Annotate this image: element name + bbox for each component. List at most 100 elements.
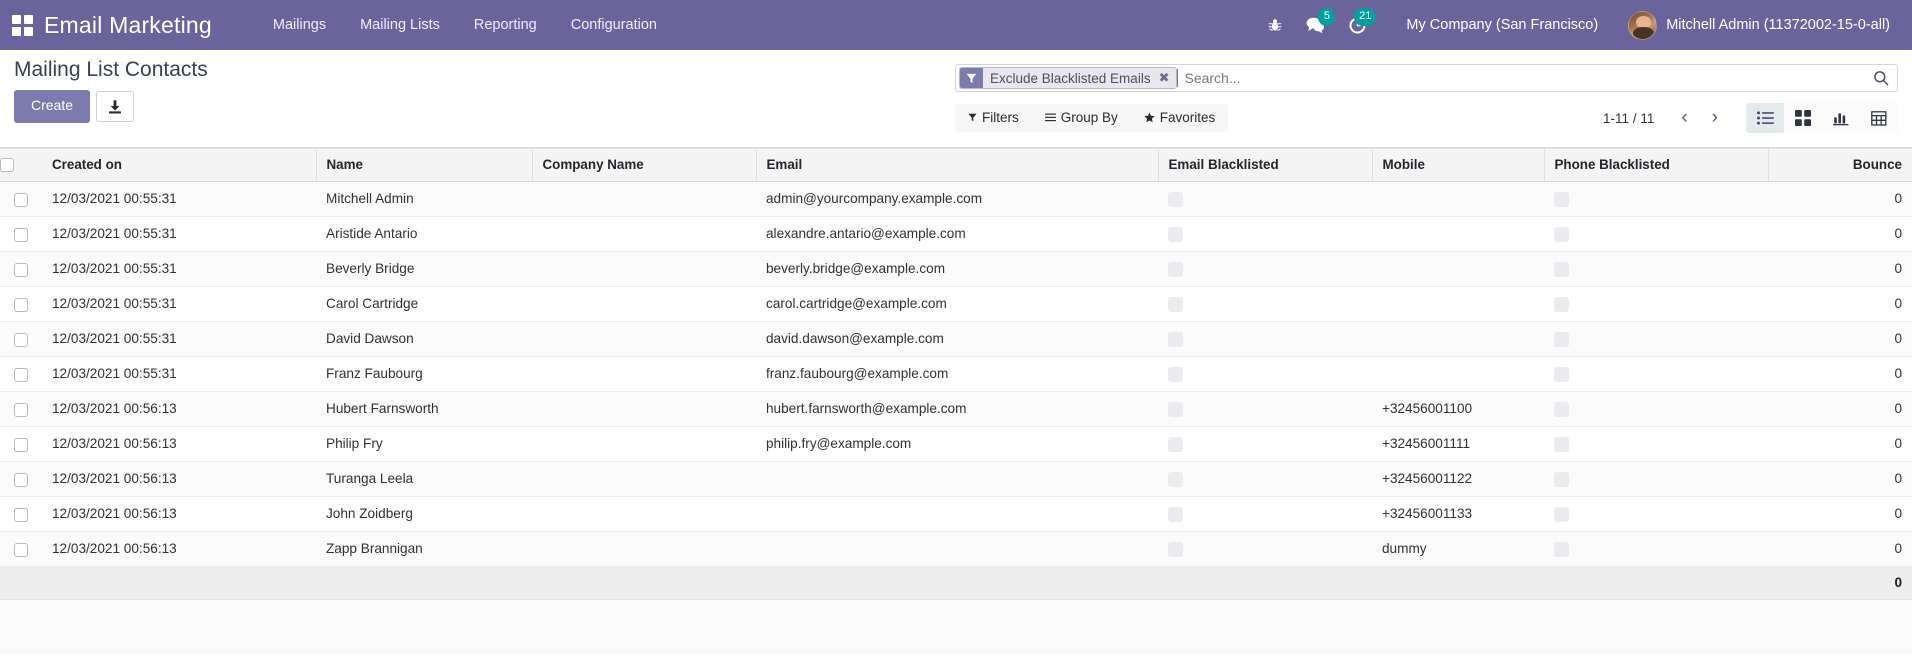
view-kanban-button[interactable] [1784,103,1822,133]
group-by-dropdown-label: Group By [1060,110,1118,125]
footer-cell-email [756,566,1158,601]
row-select-checkbox[interactable] [14,297,28,312]
favorites-dropdown[interactable]: Favorites [1131,104,1229,132]
cell-phone-blacklisted [1544,496,1768,533]
activities-button[interactable]: 21 [1337,0,1378,50]
table-row[interactable]: 12/03/2021 00:56:13 Philip Fry philip.fry@… [0,426,1912,463]
pager-next-button[interactable]: › [1701,107,1729,130]
row-select-checkbox[interactable] [14,367,28,382]
table-row[interactable]: 12/03/2021 00:56:13 John Zoidberg +3245600… [0,496,1912,533]
table-header: Created on Name Company Name Email Email… [0,148,1912,183]
cell-created-on: 12/03/2021 00:56:13 [42,496,316,533]
cell-bounce: 0 [1768,321,1912,358]
menu-item-mailing-lists[interactable]: Mailing Lists [343,0,457,50]
cell-company-name [532,461,756,498]
list-empty-space [0,600,1912,656]
column-header-email-blacklisted[interactable]: Email Blacklisted [1157,148,1372,183]
phone-blacklisted-checkbox [1554,471,1569,487]
close-x-icon[interactable]: ✖ [1156,68,1177,88]
cell-company-name [532,251,756,288]
table-row[interactable]: 12/03/2021 00:56:13 Zapp Brannigan dummy 0 [0,531,1912,568]
column-header-name[interactable]: Name [315,148,532,183]
cell-email: franz.faubourg@example.com [756,356,1158,393]
phone-blacklisted-checkbox [1554,191,1569,207]
cell-bounce: 0 [1768,286,1912,323]
table-row[interactable]: 12/03/2021 00:55:31 Franz Faubourg franz.f… [0,356,1912,393]
import-records-button[interactable] [96,90,135,122]
create-button[interactable]: Create [14,90,91,123]
row-select-cell [0,461,42,498]
cell-name: Carol Cartridge [316,286,532,323]
row-select-checkbox[interactable] [14,227,28,242]
table-row[interactable]: 12/03/2021 00:55:31 Aristide Antario alexa… [0,216,1912,253]
cell-name: Aristide Antario [316,216,532,253]
cell-name: Philip Fry [316,426,532,463]
messages-button[interactable]: 5 [1294,0,1337,50]
column-header-phone-blacklisted[interactable]: Phone Blacklisted [1543,148,1768,183]
debug-menu-button[interactable] [1256,0,1294,50]
cell-email-blacklisted [1158,251,1372,288]
footer-cell-select [0,566,42,601]
column-header-created-on[interactable]: Created on [42,148,316,183]
column-header-bounce[interactable]: Bounce [1767,148,1912,183]
company-switcher[interactable]: My Company (San Francisco) [1378,17,1618,33]
graph-view-icon [1833,111,1849,126]
cell-email-blacklisted [1158,356,1372,393]
row-select-checkbox[interactable] [14,402,28,417]
cell-email: david.dawson@example.com [756,321,1158,358]
menu-item-mailings[interactable]: Mailings [256,0,343,50]
search-facet-label: Exclude Blacklisted Emails [983,68,1157,88]
filters-dropdown[interactable]: Filters [955,104,1032,132]
menu-item-configuration[interactable]: Configuration [554,0,674,50]
control-panel-buttons: Create [14,90,208,123]
cell-company-name [532,286,756,323]
row-select-checkbox[interactable] [14,262,28,277]
table-row[interactable]: 12/03/2021 00:55:31 Beverly Bridge beverly… [0,251,1912,288]
pivot-view-icon [1871,110,1887,126]
apps-menu-button[interactable] [0,0,44,50]
phone-blacklisted-checkbox [1554,436,1569,452]
column-header-email[interactable]: Email [755,148,1158,183]
cell-phone-blacklisted [1544,391,1768,428]
row-select-cell [0,321,42,358]
table-row[interactable]: 12/03/2021 00:56:13 Hubert Farnsworth hube… [0,391,1912,428]
cell-company-name [532,496,756,533]
row-select-checkbox[interactable] [14,332,28,347]
table-row[interactable]: 12/03/2021 00:55:31 Carol Cartridge carol.… [0,286,1912,323]
pager-previous-button[interactable]: ‹ [1670,107,1698,130]
table-row[interactable]: 12/03/2021 00:55:31 David Dawson david.daw… [0,321,1912,358]
row-select-checkbox[interactable] [14,507,28,522]
view-graph-button[interactable] [1822,103,1860,133]
activities-count-badge: 21 [1354,8,1377,26]
view-list-button[interactable] [1746,103,1784,133]
search-input[interactable] [1177,69,1869,87]
search-box[interactable]: Exclude Blacklisted Emails ✖ [955,64,1898,92]
menu-item-reporting[interactable]: Reporting [457,0,554,50]
cell-bounce: 0 [1768,251,1912,288]
cell-bounce: 0 [1768,181,1912,218]
user-menu[interactable]: Mitchell Admin (11372002-15-0-all) [1618,10,1898,40]
table-row[interactable]: 12/03/2021 00:55:31 Mitchell Admin admin@y… [0,181,1912,218]
view-pivot-button[interactable] [1860,103,1898,133]
avatar [1628,10,1658,40]
row-select-checkbox[interactable] [14,472,28,487]
row-select-checkbox[interactable] [14,192,28,207]
cell-phone-blacklisted [1544,321,1768,358]
cell-mobile: +32456001111 [1372,426,1544,463]
row-select-checkbox[interactable] [14,437,28,452]
column-header-company-name[interactable]: Company Name [531,148,756,183]
favorites-dropdown-label: Favorites [1159,110,1216,125]
search-icon[interactable] [1869,65,1897,91]
row-select-checkbox[interactable] [14,542,28,557]
table-row[interactable]: 12/03/2021 00:56:13 Turanga Leela +3245600… [0,461,1912,498]
group-by-dropdown[interactable]: Group By [1032,104,1131,132]
cell-company-name [532,216,756,253]
cell-email [756,496,1158,533]
column-header-mobile[interactable]: Mobile [1371,148,1544,183]
cell-bounce: 0 [1768,426,1912,463]
phone-blacklisted-checkbox [1554,366,1569,382]
cell-bounce: 0 [1768,356,1912,393]
cell-email-blacklisted [1158,461,1372,498]
select-all-checkbox[interactable] [0,158,14,173]
search-facet-exclude-blacklisted-emails[interactable]: Exclude Blacklisted Emails ✖ [959,67,1178,89]
